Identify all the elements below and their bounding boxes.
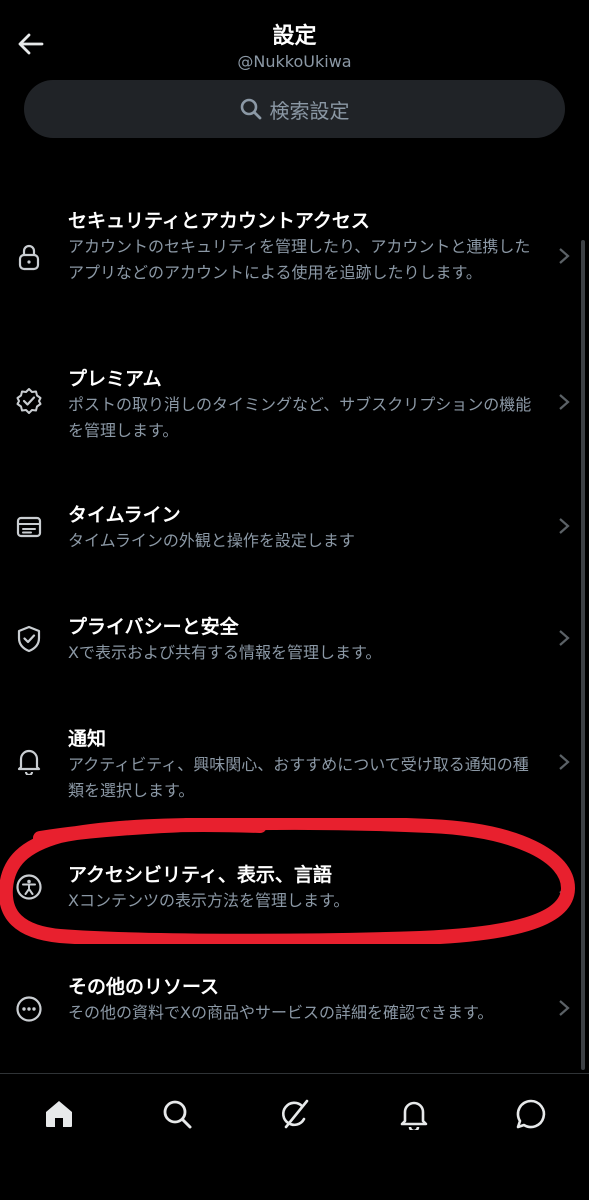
- home-icon: [46, 1101, 72, 1127]
- settings-item-label: タイムライン: [68, 504, 181, 526]
- chevron-right-icon: [559, 518, 570, 534]
- scrollbar[interactable]: [581, 240, 585, 1070]
- nav-notifications[interactable]: [394, 1094, 434, 1134]
- settings-item-timeline[interactable]: タイムライン タイムラインの外観と操作を設定します: [0, 498, 589, 558]
- settings-item-label: その他のリソース: [68, 976, 220, 998]
- chevron-right-icon: [559, 630, 570, 646]
- settings-item-description: Xで表示および共有する情報を管理します。: [68, 643, 382, 662]
- chevron-right-icon: [559, 394, 570, 410]
- settings-item-description: Xコンテンツの表示方法を管理します。: [68, 891, 350, 910]
- settings-item-description: その他の資料でXの商品やサービスの詳細を確認できます。: [68, 1003, 494, 1022]
- search-input[interactable]: 検索設定: [24, 80, 565, 138]
- settings-item-label: アクセシビリティ、表示、言語: [68, 864, 332, 886]
- chevron-right-icon: [559, 248, 570, 264]
- nav-home[interactable]: [39, 1094, 79, 1134]
- shield-icon: [14, 624, 44, 654]
- search-placeholder: 検索設定: [269, 98, 350, 123]
- settings-item-description: タイムラインの外観と操作を設定します: [68, 531, 355, 550]
- settings-item-description: アカウントのセキュリティを管理したり、アカウントと連携したアプリなどのアカウント…: [68, 237, 531, 282]
- settings-item-security[interactable]: セキュリティとアカウントアクセス アカウントのセキュリティを管理したり、アカウン…: [0, 202, 589, 322]
- settings-item-notifications[interactable]: 通知 アクティビティ、興味関心、おすすめについて受け取る通知の種類を選択します。: [0, 722, 589, 802]
- bottom-nav: [0, 1073, 589, 1200]
- header: 設定 @NukkoUkiwa 検索設定: [0, 0, 589, 150]
- settings-item-label: プレミアム: [68, 368, 162, 390]
- chevron-right-icon: [559, 878, 570, 894]
- settings-item-description: ポストの取り消しのタイミングなど、サブスクリプションの機能を管理します。: [68, 395, 532, 440]
- nav-grok[interactable]: [275, 1094, 315, 1134]
- search-icon: [240, 98, 261, 120]
- settings-item-label: プライバシーと安全: [68, 616, 239, 638]
- page-title: 設定: [272, 24, 317, 49]
- message-icon: [516, 1099, 546, 1129]
- nav-search[interactable]: [157, 1094, 197, 1134]
- settings-item-privacy[interactable]: プライバシーと安全 Xで表示および共有する情報を管理します。: [0, 610, 589, 670]
- settings-item-description: アクティビティ、興味関心、おすすめについて受け取る通知の種類を選択します。: [68, 755, 529, 800]
- settings-item-accessibility[interactable]: アクセシビリティ、表示、言語 Xコンテンツの表示方法を管理します。: [0, 858, 589, 918]
- nav-messages[interactable]: [511, 1094, 551, 1134]
- chevron-right-icon: [559, 754, 570, 770]
- chevron-right-icon: [559, 1000, 570, 1016]
- accessibility-icon: [14, 872, 44, 902]
- grok-icon: [282, 1099, 309, 1129]
- account-handle: @NukkoUkiwa: [237, 52, 352, 71]
- verified-badge-icon: [14, 386, 44, 416]
- settings-item-label: セキュリティとアカウントアクセス: [68, 210, 370, 232]
- more-circle-icon: [14, 994, 44, 1024]
- bell-icon: [400, 1101, 428, 1130]
- timeline-icon: [14, 512, 44, 542]
- lock-icon: [14, 242, 44, 272]
- bell-icon: [14, 746, 44, 776]
- settings-item-premium[interactable]: プレミアム ポストの取り消しのタイミングなど、サブスクリプションの機能を管理しま…: [0, 362, 589, 442]
- search-icon: [163, 1100, 192, 1129]
- settings-item-other-resources[interactable]: その他のリソース その他の資料でXの商品やサービスの詳細を確認できます。: [0, 972, 589, 1052]
- settings-item-label: 通知: [68, 728, 107, 750]
